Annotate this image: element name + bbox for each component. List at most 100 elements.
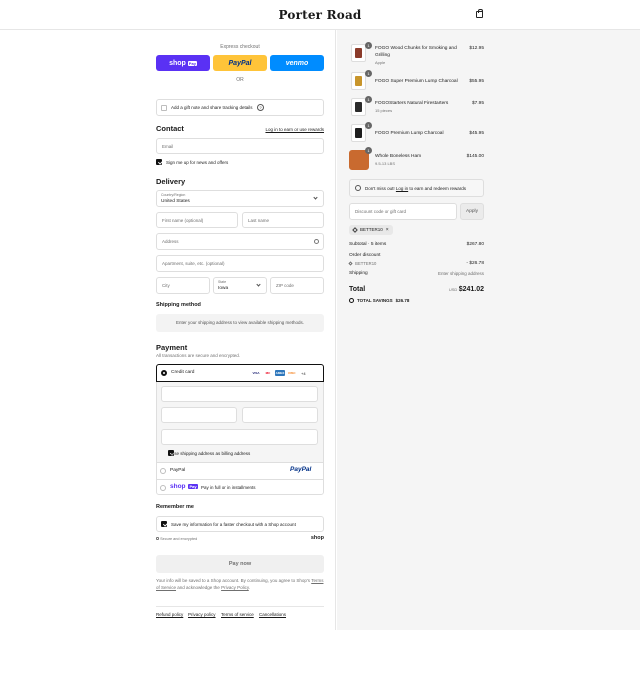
discount-code-field[interactable]: Discount code or gift card <box>349 203 457 220</box>
product-price: $55.95 <box>469 79 484 84</box>
mastercard-icon: MC <box>263 370 273 376</box>
site-header: Porter Road <box>0 0 640 30</box>
country-value: United States <box>161 199 190 204</box>
apartment-field[interactable]: Apartment, suite, etc. (optional) <box>156 255 324 272</box>
secure-encrypted-text: Secure and encrypted <box>160 537 198 541</box>
discover-icon: DISC <box>287 370 297 376</box>
pay-now-button[interactable]: Pay now <box>156 555 324 573</box>
paypal-option[interactable]: PayPal PayPal <box>157 462 323 478</box>
discount-value: - $26.78 <box>466 261 484 266</box>
billing-address-label: Use shipping address as billing address <box>171 451 251 456</box>
product-variant: 9.5-13 LBS <box>375 161 396 166</box>
footer-divider <box>156 606 324 607</box>
shipping-label: Shipping <box>349 271 368 276</box>
apply-button[interactable]: Apply <box>460 203 484 220</box>
shop-pay-option[interactable]: shop Pay Pay in full or in installments <box>157 479 323 495</box>
shop-wordmark: shop <box>310 535 324 541</box>
legal-period: . <box>248 585 251 590</box>
credit-card-label: Credit card <box>171 370 195 375</box>
country-select[interactable]: Country/Region United States <box>156 190 324 207</box>
shopping-bag-icon[interactable] <box>476 9 483 18</box>
product-image <box>355 128 362 138</box>
gift-note-option[interactable]: Add a gift note and share tracking detai… <box>156 99 324 116</box>
applied-code-label: BETTER10 <box>360 227 383 232</box>
first-name-field[interactable]: First name (optional) <box>156 212 238 228</box>
quantity-badge: 1 <box>365 122 372 129</box>
paypal-button[interactable]: PayPal <box>213 55 267 71</box>
card-number-field[interactable] <box>161 386 318 402</box>
help-icon[interactable]: ? <box>257 104 264 111</box>
privacy-policy-link[interactable]: Privacy policy <box>188 612 216 617</box>
login-rewards-link[interactable]: Log in to earn or use rewards <box>264 127 324 132</box>
product-name: FOGO Wood Chunks for Smoking and Grillin… <box>375 46 457 58</box>
state-select[interactable]: State Iowa <box>213 277 267 294</box>
paypal-logo: PayPal <box>290 466 312 473</box>
gift-note-checkbox[interactable] <box>161 105 167 111</box>
shop-pay-wordmark: shop <box>169 59 186 67</box>
product-name: FOGOStarters Natural Firestarters <box>375 101 449 106</box>
product-price: $145.00 <box>466 154 484 159</box>
venmo-wordmark: venmo <box>285 59 309 67</box>
radio-selected[interactable] <box>161 370 167 376</box>
remember-me-option[interactable]: Save my information for a faster checkou… <box>156 516 324 532</box>
lock-icon <box>156 537 159 540</box>
shipping-method-message: Enter your shipping address to view avai… <box>156 314 324 332</box>
rewards-text: Don't miss out! Log in to earn and redee… <box>365 186 466 191</box>
save-info-label: Save my information for a faster checkou… <box>171 522 296 527</box>
remember-me-heading: Remember me <box>156 504 194 510</box>
email-field[interactable]: Email <box>156 138 324 154</box>
chevron-down-icon <box>313 195 318 200</box>
order-discount-label: Order discount <box>349 253 381 258</box>
city-field[interactable]: City <box>156 277 210 294</box>
card-security-field[interactable] <box>242 407 318 423</box>
country-label: Country/Region <box>161 193 186 197</box>
newsletter-checkbox[interactable] <box>156 159 162 165</box>
quantity-badge: 1 <box>365 96 372 103</box>
product-thumbnail <box>351 72 366 90</box>
shop-pay-logo: shop <box>170 483 186 490</box>
card-expiry-field[interactable] <box>161 407 237 423</box>
product-image <box>355 102 362 112</box>
credit-card-option[interactable]: Credit card VISA MC AMEX DISC +4 <box>156 364 324 382</box>
refund-policy-link[interactable]: Refund policy <box>156 612 183 617</box>
product-name: Whole Boneless Ham <box>375 154 422 159</box>
cancellations-link[interactable]: Cancellations <box>259 612 286 617</box>
remove-code-icon[interactable]: × <box>386 225 389 235</box>
chevron-down-icon <box>256 282 261 287</box>
brand-logo[interactable]: Porter Road <box>0 8 640 22</box>
shop-pay-option-label: Pay in full or in installments <box>201 485 256 490</box>
radio-unselected[interactable] <box>160 485 166 491</box>
radio-unselected[interactable] <box>160 468 166 474</box>
card-name-field[interactable] <box>161 429 318 445</box>
rewards-login-link[interactable]: Log in <box>396 186 408 191</box>
zip-field[interactable]: ZIP code <box>270 277 324 294</box>
rewards-banner: Don't miss out! Log in to earn and redee… <box>349 179 484 197</box>
search-icon <box>314 239 319 244</box>
shop-pay-tag: Pay <box>187 60 197 66</box>
privacy-link[interactable]: Privacy Policy <box>221 585 249 590</box>
shop-pay-button[interactable]: shop Pay <box>156 55 210 71</box>
product-variant: 15 pieces <box>375 108 393 113</box>
terms-of-service-link[interactable]: Terms of service <box>221 612 254 617</box>
applied-code-tag: BETTER10 × <box>349 225 393 235</box>
rewards-text-pre: Don't miss out! <box>365 186 395 191</box>
total-row: USD $241.02 <box>420 286 484 293</box>
product-price: $12.95 <box>469 46 484 51</box>
total-value: $241.02 <box>458 286 484 293</box>
product-name: FOGO Premium Lump Charcoal <box>375 131 444 136</box>
legal-and: and acknowledge the <box>177 585 220 590</box>
product-price: $45.95 <box>469 131 484 136</box>
total-savings-value: $26.78 <box>395 298 410 303</box>
delivery-heading: Delivery <box>156 177 186 186</box>
last-name-field[interactable]: Last name <box>242 212 324 228</box>
or-divider: OR <box>236 77 244 83</box>
savings-icon <box>349 298 354 303</box>
total-savings-label: TOTAL SAVINGS <box>357 298 393 303</box>
address-field[interactable]: Address <box>156 233 324 250</box>
venmo-button[interactable]: venmo <box>270 55 324 71</box>
tag-icon <box>348 261 353 266</box>
save-info-checkbox[interactable] <box>161 521 167 527</box>
discount-code-label: BETTER10 <box>355 261 377 266</box>
product-image <box>355 48 362 58</box>
card-brand-logos: VISA MC AMEX DISC +4 <box>249 370 306 376</box>
